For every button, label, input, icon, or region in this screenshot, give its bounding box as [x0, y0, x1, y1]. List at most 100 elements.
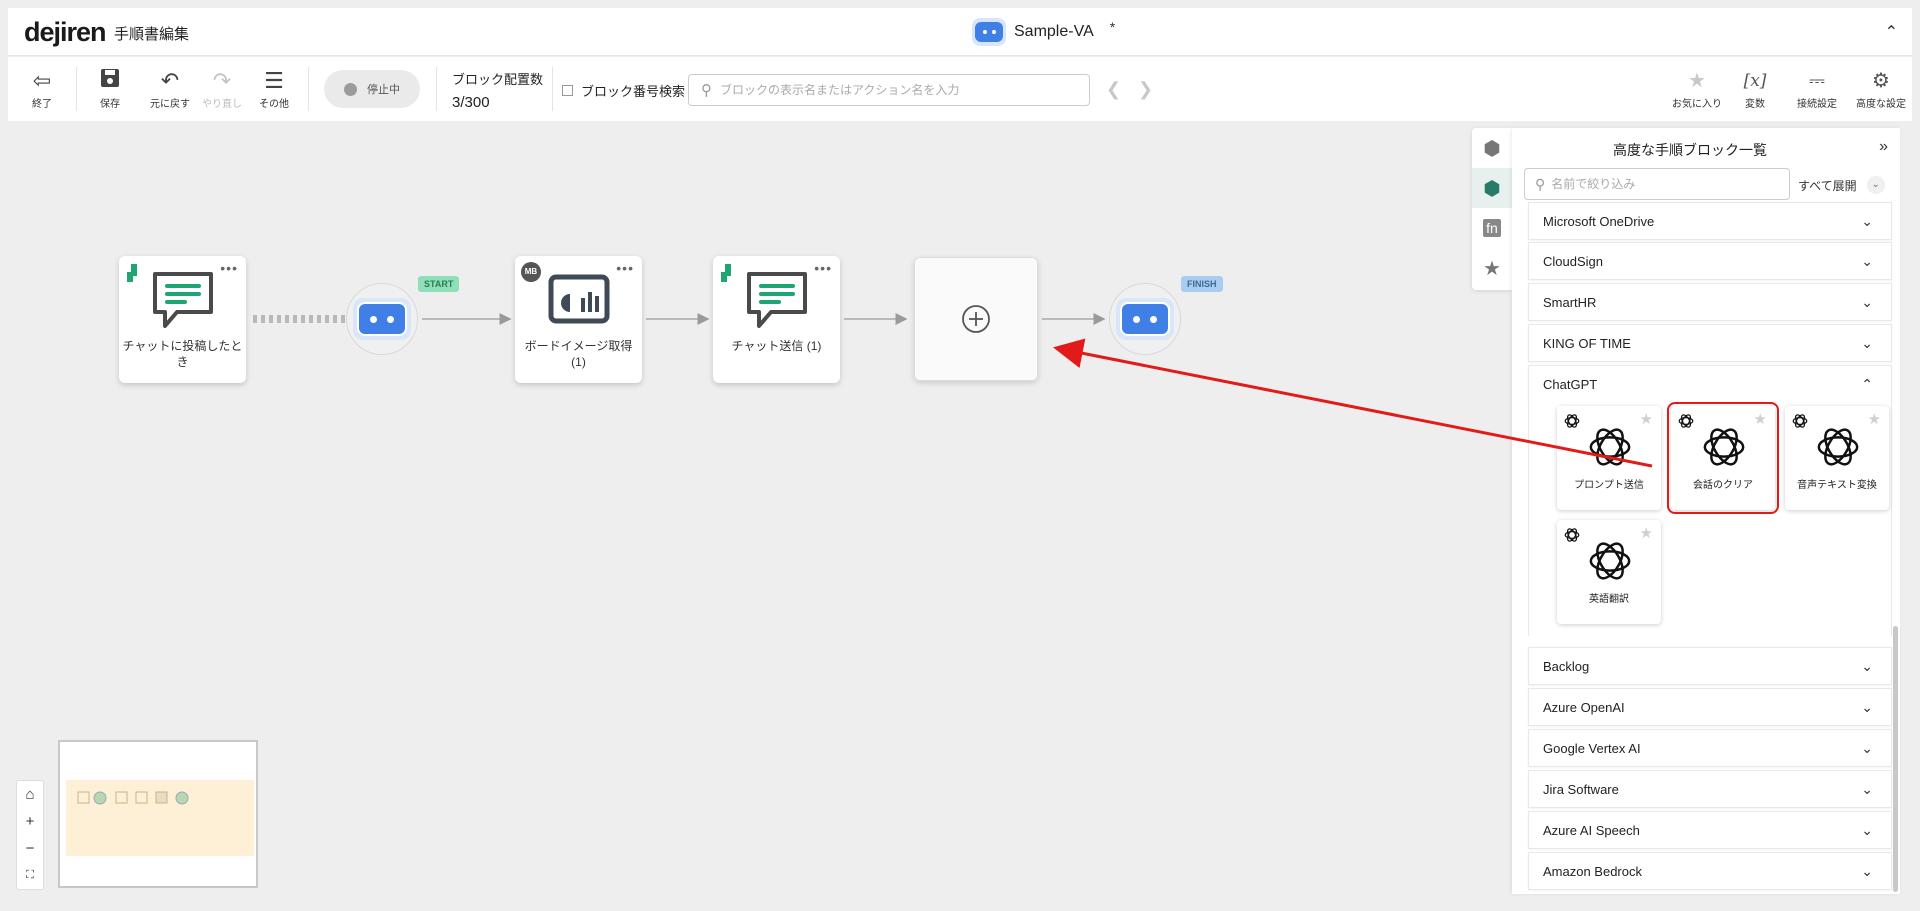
- chevron-down-icon: ⌄: [1861, 698, 1873, 715]
- tab-favorites[interactable]: ★: [1472, 248, 1512, 288]
- connection-settings-button[interactable]: ⎓ 接続設定: [1786, 67, 1848, 110]
- flow-node-chat-send[interactable]: ••• チャット送信 (1): [713, 256, 840, 383]
- category-label: SmartHR: [1543, 294, 1597, 310]
- category-king-of-time[interactable]: KING OF TIME ⌄: [1528, 324, 1892, 362]
- favorite-star-icon[interactable]: ★: [1754, 410, 1767, 428]
- undo-icon: ↶: [160, 68, 180, 93]
- redo-icon: ↷: [212, 68, 232, 93]
- checkbox-icon[interactable]: [562, 85, 573, 96]
- category-microsoft-onedrive[interactable]: Microsoft OneDrive ⌄: [1528, 202, 1892, 240]
- flow-node-trigger[interactable]: ••• チャットに投稿したとき: [119, 256, 246, 383]
- flow-node-board-image[interactable]: MB ••• ボードイメージ取得 (1): [515, 256, 642, 383]
- undo-button[interactable]: ↶ 元に戻す: [144, 67, 196, 110]
- openai-icon: [1589, 542, 1631, 580]
- node-menu-icon[interactable]: •••: [814, 260, 832, 276]
- divider: [308, 67, 309, 111]
- home-icon[interactable]: ⌂: [17, 781, 43, 808]
- variables-button[interactable]: [x] 変数: [1724, 67, 1786, 110]
- tab-basic-blocks[interactable]: ⬢: [1472, 128, 1512, 168]
- block-card-prompt-send[interactable]: ★ プロンプト送信: [1557, 406, 1661, 510]
- dejiren-brand-icon: [721, 264, 731, 282]
- favorite-star-icon[interactable]: ★: [1868, 410, 1881, 428]
- zoom-controls: ⌂ + − ⛶: [16, 780, 44, 890]
- chevron-down-icon: ⌄: [1861, 821, 1873, 838]
- favorite-star-icon[interactable]: ★: [1640, 410, 1653, 428]
- block-card-english-translation[interactable]: ★ 英語翻訳: [1557, 520, 1661, 624]
- category-label: Jira Software: [1543, 781, 1619, 797]
- category-azure-openai[interactable]: Azure OpenAI ⌄: [1528, 688, 1892, 726]
- block-card-clear-conversation[interactable]: ★ 会話のクリア: [1667, 402, 1779, 514]
- robot-icon: [1116, 298, 1174, 340]
- board-chart-icon: [548, 274, 610, 324]
- panel-filter-input[interactable]: [1551, 177, 1772, 191]
- node-menu-icon[interactable]: •••: [220, 260, 238, 276]
- favorite-star-icon[interactable]: ★: [1640, 524, 1653, 542]
- minimap-viewport[interactable]: [66, 780, 254, 856]
- chevron-down-icon: ⌄: [1861, 212, 1873, 229]
- finish-robot[interactable]: [1109, 283, 1181, 355]
- block-category-tabs: ⬢ ⬢ fn ★: [1472, 128, 1512, 290]
- category-label: KING OF TIME: [1543, 335, 1631, 351]
- tab-functions[interactable]: fn: [1472, 208, 1512, 248]
- tab-advanced-blocks[interactable]: ⬢: [1472, 168, 1512, 208]
- zoom-out-icon[interactable]: −: [17, 835, 43, 862]
- collapse-header-icon[interactable]: ⌃: [1885, 22, 1898, 42]
- block-number-search-label: ブロック番号検索: [581, 84, 686, 99]
- block-number-search-checkbox[interactable]: ブロック番号検索: [562, 81, 685, 100]
- start-flag: START: [418, 276, 460, 292]
- category-cloudsign[interactable]: CloudSign ⌄: [1528, 242, 1892, 280]
- advanced-block-panel: 高度な手順ブロック一覧 » ⚲ すべて展開 ⌄ Microsoft OneDri…: [1512, 128, 1900, 894]
- node-label: ボードイメージ取得 (1): [524, 339, 633, 369]
- minimap[interactable]: [58, 740, 258, 888]
- chevron-down-icon: ⌄: [1861, 657, 1873, 674]
- chevron-down-icon: ⌄: [1866, 176, 1885, 194]
- va-name: Sample-VA: [1014, 23, 1094, 40]
- status-toggle[interactable]: 停止中: [324, 70, 420, 108]
- block-card-speech-to-text[interactable]: ★ 音声テキスト変換: [1785, 406, 1889, 510]
- favorites-button[interactable]: ★ お気に入り: [1666, 67, 1728, 110]
- category-google-vertex-ai[interactable]: Google Vertex AI ⌄: [1528, 729, 1892, 767]
- fit-view-icon[interactable]: ⛶: [17, 862, 43, 889]
- next-result-icon[interactable]: ❯: [1138, 79, 1153, 100]
- category-jira-software[interactable]: Jira Software ⌄: [1528, 770, 1892, 808]
- category-amazon-bedrock[interactable]: Amazon Bedrock ⌄: [1528, 852, 1892, 890]
- other-menu-button[interactable]: ☰ その他: [248, 67, 300, 110]
- prev-result-icon[interactable]: ❮: [1106, 79, 1121, 100]
- category-azure-ai-speech[interactable]: Azure AI Speech ⌄: [1528, 811, 1892, 849]
- advanced-settings-button[interactable]: ⚙ 高度な設定: [1850, 67, 1912, 110]
- gears-icon: ⚙: [1872, 70, 1890, 92]
- start-robot[interactable]: [346, 283, 418, 355]
- chat-bubble-icon: [747, 272, 807, 328]
- other-label: その他: [259, 99, 289, 110]
- add-block-placeholder[interactable]: [914, 257, 1038, 381]
- block-search-input[interactable]: [720, 83, 1070, 97]
- double-chevron-right-icon[interactable]: »: [1879, 138, 1888, 156]
- panel-filter-box[interactable]: ⚲: [1524, 168, 1790, 200]
- expand-all-label: すべて展開: [1798, 178, 1857, 193]
- finish-flag: FINISH: [1181, 276, 1223, 292]
- robot-icon: [972, 18, 1006, 46]
- zoom-in-icon[interactable]: +: [17, 808, 43, 835]
- cube-icon: ⬢: [1483, 137, 1501, 160]
- save-button[interactable]: 保存: [84, 67, 136, 110]
- block-search-box[interactable]: ⚲: [688, 74, 1090, 106]
- category-backlog[interactable]: Backlog ⌄: [1528, 647, 1892, 685]
- node-menu-icon[interactable]: •••: [616, 260, 634, 276]
- expand-all-toggle[interactable]: すべて展開 ⌄: [1798, 176, 1885, 194]
- panel-scrollbar[interactable]: [1893, 626, 1898, 892]
- exit-button[interactable]: ⇦ 終了: [16, 67, 68, 110]
- category-label: Amazon Bedrock: [1543, 863, 1642, 879]
- chevron-down-icon: ⌄: [1861, 780, 1873, 797]
- category-label: Google Vertex AI: [1543, 740, 1641, 756]
- openai-icon: [1703, 428, 1745, 466]
- panel-title: 高度な手順ブロック一覧: [1613, 142, 1767, 158]
- block-label: プロンプト送信: [1574, 480, 1644, 491]
- robot-icon: [353, 298, 411, 340]
- block-count-label: ブロック配置数: [452, 72, 544, 87]
- save-icon: [84, 67, 136, 95]
- chevron-up-icon: ⌃: [1861, 375, 1873, 392]
- redo-button[interactable]: ↷ やり直し: [196, 67, 248, 110]
- star-icon: ★: [1483, 257, 1501, 280]
- dejiren-logo[interactable]: dejiren: [24, 17, 107, 48]
- category-smarthr[interactable]: SmartHR ⌄: [1528, 283, 1892, 321]
